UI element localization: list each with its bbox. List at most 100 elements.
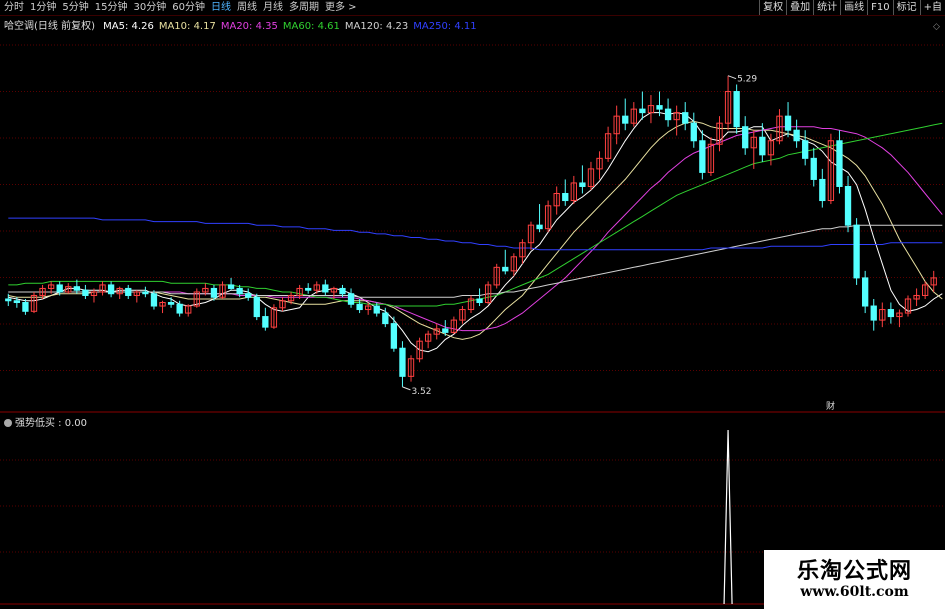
period-tab[interactable]: 周线 bbox=[237, 2, 257, 13]
candle-body bbox=[167, 302, 175, 305]
toolbar-button[interactable]: 叠加 bbox=[786, 0, 813, 15]
ma-value: MA5: 4.26 bbox=[103, 21, 154, 32]
period-tab[interactable]: 月线 bbox=[263, 2, 283, 13]
candle-body bbox=[399, 347, 406, 377]
low-label: 3.52 bbox=[411, 387, 431, 397]
candle-body bbox=[373, 305, 380, 314]
indicator-settings-icon[interactable] bbox=[4, 419, 12, 427]
candle-body bbox=[622, 115, 629, 124]
candle-body bbox=[810, 157, 817, 180]
indicator-spike bbox=[723, 429, 733, 605]
candle-body bbox=[253, 296, 260, 318]
toolbar-button[interactable]: +自 bbox=[919, 0, 945, 15]
ma-value: MA20: 4.35 bbox=[220, 21, 278, 32]
period-tabs: 分时 1分钟 5分钟 15分钟 30分钟 60分钟 日线 周线 月线 多周期 更多 > bbox=[4, 0, 363, 15]
candle-body bbox=[656, 105, 663, 110]
ma-line-ma120 bbox=[8, 224, 943, 298]
indicator-label[interactable]: 强势低买 : 0.00 bbox=[4, 414, 87, 429]
candle-body bbox=[245, 293, 252, 298]
candle-body bbox=[870, 305, 877, 321]
watermark-url: www.60lt.com bbox=[800, 584, 909, 600]
ma-value: MA120: 4.23 bbox=[344, 21, 409, 32]
right-toolbar-buttons: 复权 叠加 统计 画线 F10 标记 +自 bbox=[759, 0, 945, 15]
watermark-title: 乐淘公式网 bbox=[796, 558, 912, 584]
indicator-name-value: 强势低买 : 0.00 bbox=[15, 418, 87, 429]
toolbar-button[interactable]: 标记 bbox=[892, 0, 920, 15]
candle-body bbox=[802, 140, 809, 159]
candle-body bbox=[476, 298, 483, 304]
candle-body bbox=[639, 108, 646, 114]
watermark: 乐淘公式网 www.60lt.com bbox=[764, 550, 945, 609]
candle-body bbox=[339, 287, 346, 295]
kline-chart[interactable]: 5.29 3.52 财 ◇ bbox=[0, 0, 945, 609]
candle-body bbox=[819, 178, 826, 202]
candle-body bbox=[236, 287, 243, 295]
candle-body bbox=[664, 108, 672, 121]
candle-body bbox=[844, 185, 852, 226]
stock-title: 哈空调(日线 前复权) bbox=[4, 21, 95, 32]
candle-body bbox=[862, 277, 869, 307]
period-tab[interactable]: 分时 bbox=[4, 2, 24, 13]
candle-body bbox=[836, 140, 843, 187]
candle-body bbox=[390, 323, 398, 349]
candle-body bbox=[853, 224, 860, 279]
candle-body bbox=[579, 182, 586, 187]
diamond-icon: ◇ bbox=[933, 22, 940, 32]
candle-body bbox=[125, 287, 132, 296]
candle-body bbox=[210, 287, 218, 298]
ma-values: MA5: 4.26 MA10: 4.17 MA20: 4.35 MA60: 4.61 M… bbox=[103, 21, 481, 32]
candle-body bbox=[73, 286, 80, 291]
period-tab[interactable]: 更多 > bbox=[325, 2, 357, 13]
period-tab[interactable]: 15分钟 bbox=[95, 2, 128, 13]
period-tab[interactable]: 60分钟 bbox=[172, 2, 205, 13]
candle-body bbox=[56, 284, 63, 293]
toolbar-button[interactable]: F10 bbox=[867, 0, 892, 15]
candle-body bbox=[13, 300, 21, 304]
candle-body bbox=[142, 291, 149, 295]
candle-body bbox=[733, 91, 740, 128]
candle-body bbox=[759, 136, 766, 156]
period-tab[interactable]: 5分钟 bbox=[62, 2, 88, 13]
candle-body bbox=[682, 112, 689, 124]
candle-body bbox=[82, 289, 89, 296]
candle-body bbox=[5, 298, 12, 302]
candle-body bbox=[322, 284, 329, 293]
ma-line-ma250 bbox=[8, 217, 943, 251]
candle-body bbox=[176, 303, 183, 314]
candle-body bbox=[227, 284, 235, 289]
candle-body bbox=[742, 126, 749, 149]
candle-body bbox=[699, 140, 706, 173]
period-tab[interactable]: 日线 bbox=[211, 2, 231, 13]
ma-value: MA250: 4.11 bbox=[413, 21, 477, 32]
candle-body bbox=[536, 224, 543, 230]
toolbar-button[interactable]: 画线 bbox=[840, 0, 867, 15]
candle-body bbox=[442, 328, 449, 333]
candle-body bbox=[887, 309, 895, 318]
candle-body bbox=[107, 284, 115, 295]
candle-body bbox=[502, 266, 509, 272]
toolbar-button[interactable]: 统计 bbox=[813, 0, 840, 15]
period-tab[interactable]: 1分钟 bbox=[30, 2, 56, 13]
period-tab[interactable]: 30分钟 bbox=[133, 2, 166, 13]
candle-body bbox=[382, 312, 389, 325]
high-marker bbox=[727, 75, 737, 80]
ma-info-bar: 哈空调(日线 前复权) MA5: 4.26 MA10: 4.17 MA20: 4.3… bbox=[4, 17, 487, 32]
candle-body bbox=[690, 122, 697, 142]
low-marker bbox=[402, 386, 411, 391]
candle-body bbox=[784, 115, 792, 131]
candle-body bbox=[22, 302, 29, 312]
period-tab[interactable]: 多周期 bbox=[289, 2, 319, 13]
candle-body bbox=[562, 193, 569, 202]
high-label: 5.29 bbox=[737, 75, 757, 85]
finance-marker: 财 bbox=[826, 400, 835, 412]
toolbar-button[interactable]: 复权 bbox=[759, 0, 786, 15]
ma-value: MA10: 4.17 bbox=[158, 21, 216, 32]
top-toolbar: 分时 1分钟 5分钟 15分钟 30分钟 60分钟 日线 周线 月线 多周期 更多 > 复权 叠加 统计… bbox=[0, 0, 945, 16]
candle-body bbox=[347, 293, 355, 305]
candle-body bbox=[262, 316, 269, 328]
ma-value: MA60: 4.61 bbox=[282, 21, 340, 32]
candle-body bbox=[305, 287, 312, 291]
candle-body bbox=[356, 303, 363, 311]
candle-body bbox=[150, 293, 158, 307]
candle-body bbox=[793, 129, 800, 142]
